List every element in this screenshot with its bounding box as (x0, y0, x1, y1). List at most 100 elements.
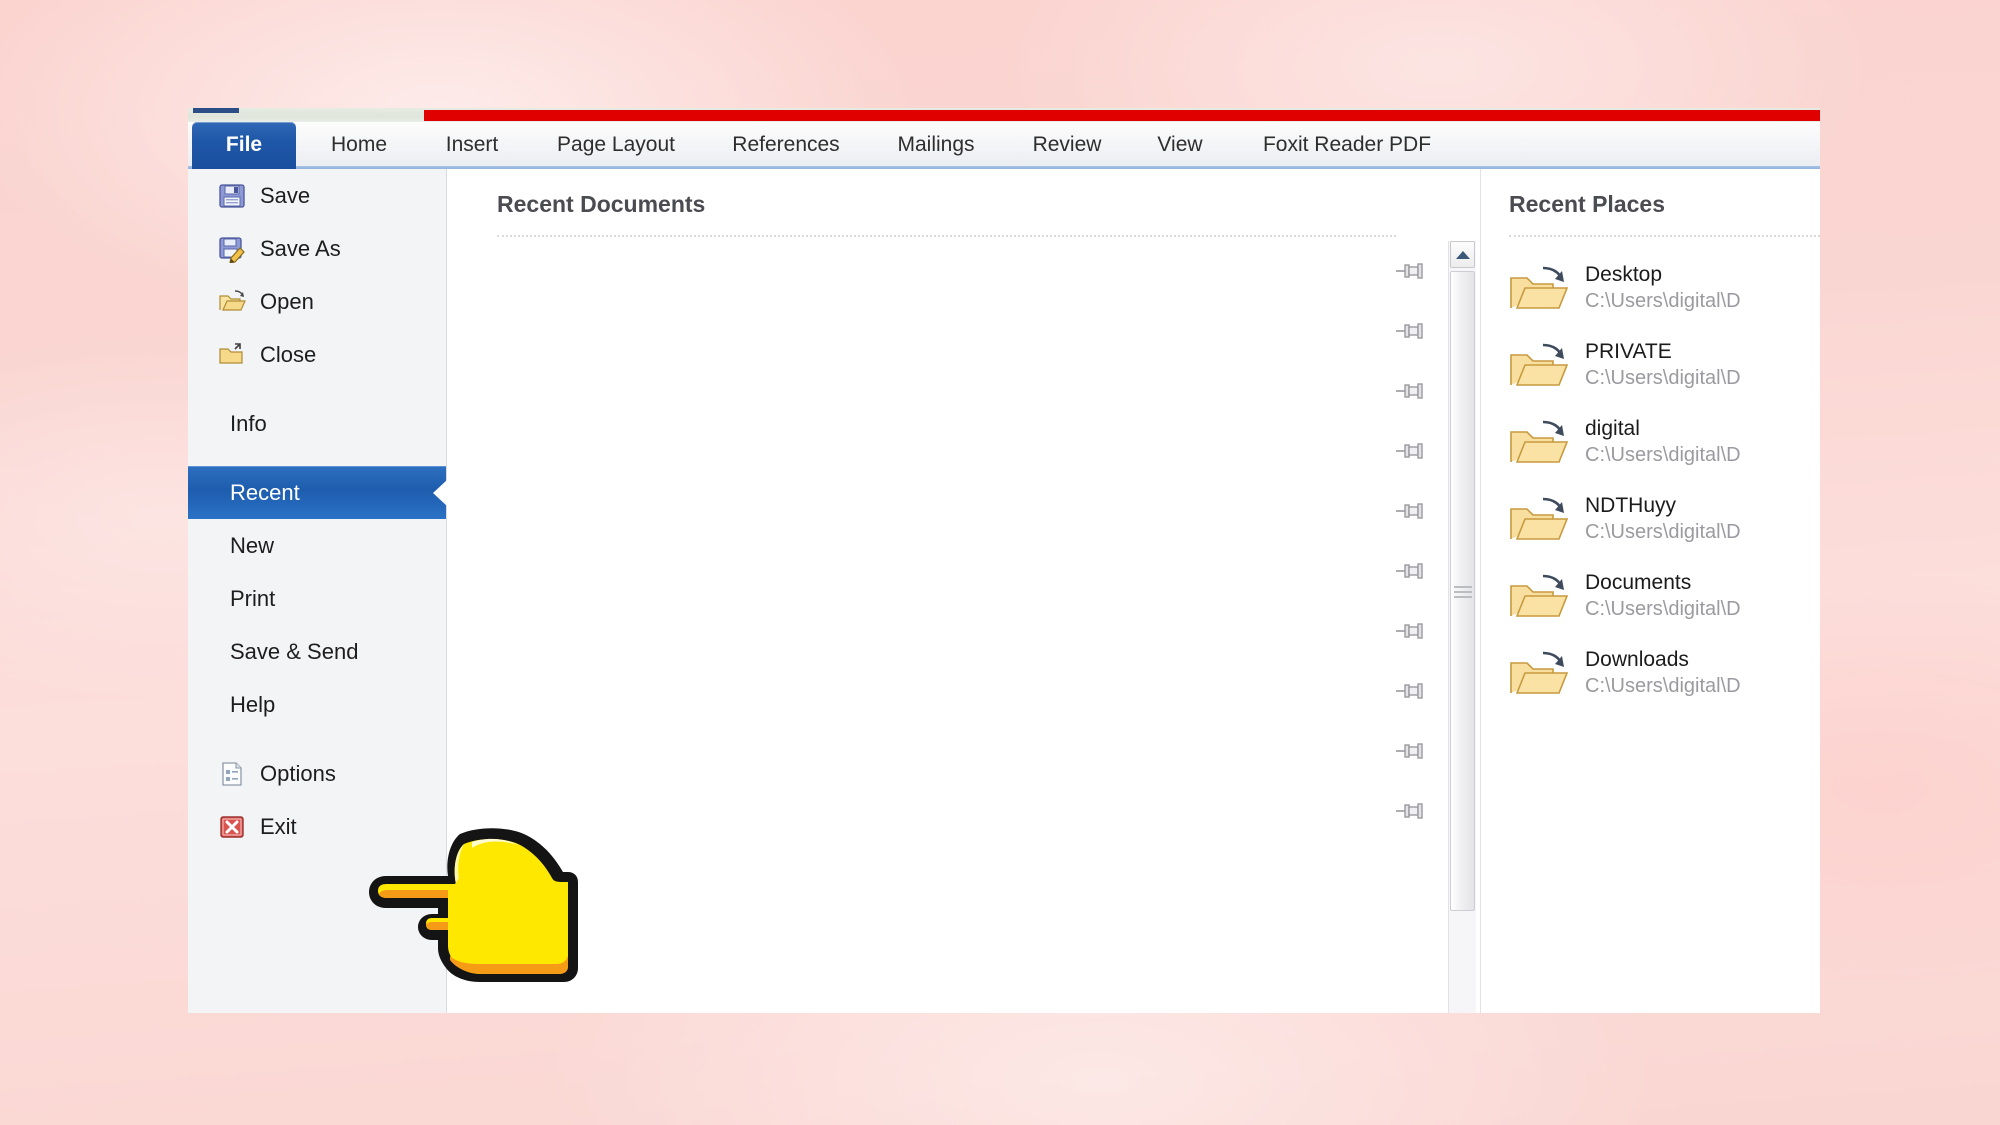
pushpin-icon[interactable] (1394, 261, 1428, 281)
nav-item-exit[interactable]: Exit (188, 800, 446, 853)
open-folder-icon (218, 288, 246, 316)
nav-item-save-send[interactable]: Save & Send (188, 625, 446, 678)
ribbon-tab-page-layout[interactable]: Page Layout (532, 122, 700, 169)
pushpin-icon[interactable] (1394, 561, 1428, 581)
recent-place-item[interactable]: Desktop C:\Users\digital\D (1481, 249, 1820, 326)
recent-place-name: Documents (1585, 570, 1692, 594)
nav-item-print[interactable]: Print (188, 572, 446, 625)
recent-document-row[interactable] (497, 721, 1446, 781)
nav-item-info[interactable]: Info (188, 397, 446, 450)
pushpin-icon[interactable] (1394, 441, 1428, 461)
folder-shortcut-icon (1507, 493, 1571, 545)
chevron-up-icon (1455, 250, 1470, 259)
recent-document-row[interactable] (497, 301, 1446, 361)
recent-place-item[interactable]: digital C:\Users\digital\D (1481, 403, 1820, 480)
ribbon-red-accent-bar (424, 110, 1820, 121)
scroll-up-button[interactable] (1450, 241, 1475, 268)
pushpin-icon[interactable] (1394, 501, 1428, 521)
recent-place-path: C:\Users\digital\D (1585, 443, 1741, 466)
recent-documents-pane: Recent Documents (447, 169, 1480, 1013)
backstage-navigation-pane: Save Save As Open Close Info Recent New Print Sa… (188, 169, 447, 1013)
recent-place-text: Documents C:\Users\digital\D (1585, 569, 1741, 623)
nav-item-recent[interactable]: Recent (188, 466, 447, 519)
ribbon-tab-review[interactable]: Review (1010, 122, 1124, 169)
recent-documents-list (497, 241, 1446, 1013)
folder-shortcut-icon (1507, 416, 1571, 468)
pushpin-icon[interactable] (1394, 621, 1428, 641)
nav-item-close[interactable]: Close (188, 328, 446, 381)
recent-place-item[interactable]: Downloads C:\Users\digital\D (1481, 634, 1820, 711)
recent-places-pane: Recent Places Desktop C:\Users\digital\D P… (1480, 169, 1820, 1013)
recent-places-list: Desktop C:\Users\digital\D PRIVATE C:\Users… (1481, 249, 1820, 711)
nav-item-save-as[interactable]: Save As (188, 222, 446, 275)
recent-place-item[interactable]: Documents C:\Users\digital\D (1481, 557, 1820, 634)
ribbon-tab-mailings[interactable]: Mailings (872, 122, 1000, 169)
nav-item-label: Save & Send (230, 638, 359, 664)
ribbon-tab-home[interactable]: Home (306, 122, 412, 169)
nav-item-label: Exit (260, 813, 297, 839)
exit-close-icon (218, 813, 246, 841)
recent-place-path: C:\Users\digital\D (1585, 674, 1741, 697)
nav-group-spacer (188, 381, 446, 397)
scrollbar-grip-icon (1453, 583, 1472, 599)
recent-place-name: digital (1585, 416, 1640, 440)
ribbon-tab-view[interactable]: View (1134, 122, 1226, 169)
nav-item-open[interactable]: Open (188, 275, 446, 328)
folder-shortcut-icon (1507, 647, 1571, 699)
folder-shortcut-icon (1507, 339, 1571, 391)
recent-document-row[interactable] (497, 781, 1446, 841)
nav-item-label: Options (260, 760, 336, 786)
recent-place-path: C:\Users\digital\D (1585, 289, 1741, 312)
pushpin-icon[interactable] (1394, 381, 1428, 401)
recent-place-text: NDTHuyy C:\Users\digital\D (1585, 492, 1741, 546)
ribbon-tab-foxit-reader-pdf[interactable]: Foxit Reader PDF (1236, 122, 1458, 169)
window-title-strip (188, 108, 1820, 122)
ribbon-tab-file[interactable]: File (192, 122, 296, 169)
ribbon-tab-insert[interactable]: Insert (422, 122, 522, 169)
recent-place-item[interactable]: NDTHuyy C:\Users\digital\D (1481, 480, 1820, 557)
nav-item-label: Info (230, 410, 267, 436)
nav-group-spacer (188, 450, 446, 466)
nav-item-help[interactable]: Help (188, 678, 446, 731)
floppy-pencil-icon (218, 235, 246, 264)
recent-places-divider (1509, 235, 1820, 238)
pushpin-icon[interactable] (1394, 801, 1428, 821)
options-doc-icon (218, 760, 246, 788)
pushpin-icon[interactable] (1394, 321, 1428, 341)
recent-documents-divider (497, 235, 1396, 238)
recent-document-row[interactable] (497, 241, 1446, 301)
recent-place-text: digital C:\Users\digital\D (1585, 415, 1741, 469)
scrollbar-thumb[interactable] (1450, 271, 1475, 911)
close-folder-icon (218, 341, 246, 369)
recent-place-text: PRIVATE C:\Users\digital\D (1585, 338, 1741, 392)
recent-place-text: Desktop C:\Users\digital\D (1585, 261, 1741, 315)
nav-item-label: Print (230, 585, 276, 611)
recent-document-row[interactable] (497, 361, 1446, 421)
recent-place-item[interactable]: PRIVATE C:\Users\digital\D (1481, 326, 1820, 403)
ribbon-tab-references[interactable]: References (710, 122, 862, 169)
recent-place-path: C:\Users\digital\D (1585, 597, 1741, 620)
recent-place-name: Downloads (1585, 647, 1689, 671)
recent-document-row[interactable] (497, 541, 1446, 601)
title-bar-accent (193, 108, 239, 113)
recent-place-path: C:\Users\digital\D (1585, 520, 1741, 543)
recent-document-row[interactable] (497, 481, 1446, 541)
nav-item-label: Save (260, 182, 311, 208)
recent-document-row[interactable] (497, 661, 1446, 721)
pushpin-icon[interactable] (1394, 741, 1428, 761)
nav-item-new[interactable]: New (188, 519, 446, 572)
nav-item-save[interactable]: Save (188, 169, 446, 222)
recent-document-row[interactable] (497, 601, 1446, 661)
ribbon-tab-strip: File Home Insert Page Layout References Maili… (188, 122, 1820, 169)
nav-item-options[interactable]: Options (188, 747, 446, 800)
recent-place-path: C:\Users\digital\D (1585, 366, 1741, 389)
nav-item-label: Close (260, 341, 317, 367)
nav-item-label: Save As (260, 235, 341, 261)
pushpin-icon[interactable] (1394, 681, 1428, 701)
recent-documents-scrollbar[interactable] (1448, 241, 1476, 1013)
nav-item-label: Open (260, 288, 314, 314)
recent-place-name: Desktop (1585, 262, 1663, 286)
recent-document-row[interactable] (497, 421, 1446, 481)
nav-item-label: Help (230, 691, 276, 717)
nav-item-label: Recent (230, 479, 300, 505)
